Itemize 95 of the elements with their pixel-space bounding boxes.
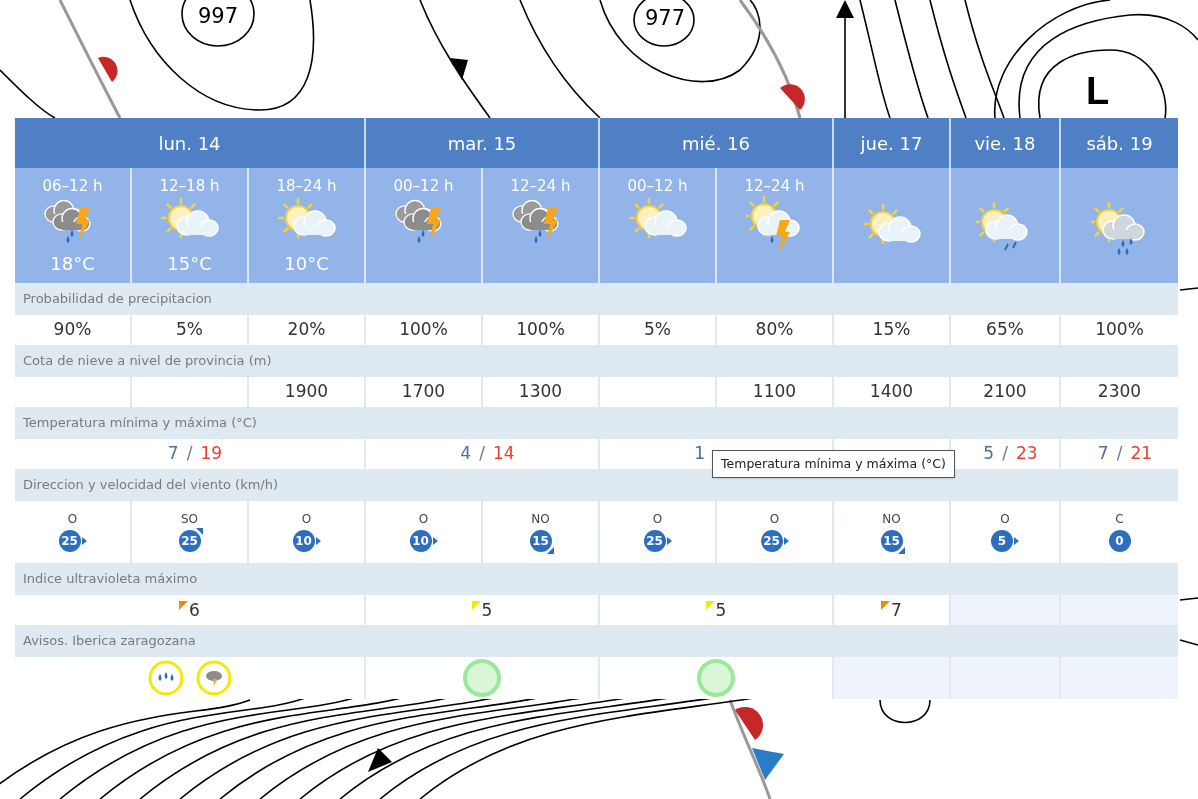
table-cell-text: 100%	[399, 318, 448, 342]
max-temperature: 14	[493, 442, 515, 466]
table-cell-text: 5%	[176, 318, 203, 342]
cold-front-marker	[752, 748, 784, 780]
table-cell-text: 100%	[1095, 318, 1144, 342]
day-header: mié. 16	[600, 118, 832, 168]
uv-index: 7	[891, 599, 902, 621]
arrowhead	[836, 0, 854, 18]
min-temperature: 1	[694, 442, 705, 466]
pointer-icon	[81, 536, 87, 545]
row-label: Indice ultravioleta máximo	[15, 563, 1178, 595]
row-label: Probabilidad de precipitacion	[15, 283, 1178, 315]
wind-direction: O	[652, 512, 663, 525]
min-temperature: 5	[983, 442, 994, 466]
uv-index: 6	[189, 599, 200, 621]
pointer-icon	[783, 536, 789, 545]
min-temperature: 7	[1097, 442, 1109, 466]
wind-speed-badge: 10	[409, 529, 432, 552]
arrowhead	[368, 748, 392, 772]
wind-speed-badge: 10	[292, 529, 315, 552]
low-pressure-label: L	[1086, 72, 1110, 110]
row-label: Avisos. Iberica zaragozana	[15, 625, 1178, 657]
separator: /	[1116, 442, 1123, 466]
day-header: jue. 17	[834, 118, 949, 168]
table-cell-text: 1900	[284, 380, 329, 404]
min-temperature: 4	[460, 442, 471, 466]
wind-direction: SO	[180, 512, 199, 525]
wind-direction: O	[67, 512, 78, 525]
wind-direction: C	[1115, 512, 1124, 525]
table-cell-text: 65%	[986, 318, 1024, 342]
wind-direction: O	[301, 512, 312, 525]
pointer-icon	[666, 536, 672, 545]
wind-speed-badge: 5	[991, 529, 1013, 552]
table-cell-text: 80%	[755, 318, 794, 342]
time-range: 12–24 h	[744, 176, 805, 196]
day-header: sáb. 19	[1061, 118, 1178, 168]
time-range: 06–12 h	[42, 176, 103, 196]
time-range: 12–18 h	[159, 176, 220, 196]
wind-speed-badge: 15	[880, 529, 903, 552]
uv-index: 5	[481, 599, 493, 621]
warm-front-marker	[98, 56, 118, 82]
table-cell-text: 1700	[401, 380, 446, 404]
max-temperature: 23	[1016, 442, 1038, 466]
wind-speed-badge: 25	[178, 529, 201, 552]
uv-index: 5	[715, 599, 727, 621]
max-temperature: 19	[200, 442, 223, 466]
wind-direction: O	[418, 512, 429, 525]
wind-speed-badge: 25	[643, 529, 666, 552]
wind-speed-badge: 15	[529, 529, 552, 552]
pointer-icon	[315, 536, 321, 545]
temperature: 10°C	[284, 252, 329, 276]
pointer-icon	[897, 546, 905, 554]
wind-direction: O	[1000, 512, 1010, 525]
table-cell-text: 20%	[287, 318, 326, 342]
tooltip: Temperatura mínima y máxima (°C)	[712, 450, 955, 478]
table-cell-text: 1400	[869, 380, 914, 404]
table-cell-text: 1300	[518, 380, 563, 404]
pointer-icon	[546, 546, 554, 554]
row-label: Cota de nieve a nivel de provincia (m)	[15, 345, 1178, 377]
warm-front-marker	[735, 707, 763, 740]
min-temperature: 7	[167, 442, 179, 466]
time-range: 00–12 h	[393, 176, 454, 196]
wind-direction: NO	[882, 512, 901, 525]
time-range: 12–24 h	[510, 176, 571, 196]
separator: /	[479, 442, 485, 466]
table-cell-text: 90%	[53, 318, 92, 342]
arrowhead	[450, 58, 468, 80]
max-temperature: 21	[1130, 442, 1153, 466]
pressure-label: 977	[645, 8, 686, 29]
table-cell-text: 15%	[872, 318, 911, 342]
separator: /	[186, 442, 193, 466]
wind-direction: O	[769, 512, 780, 525]
temperature: 15°C	[167, 252, 212, 276]
time-range: 18–24 h	[276, 176, 337, 196]
row-label: Temperatura mínima y máxima (°C)	[15, 407, 1178, 439]
table-cell-text: 2300	[1097, 380, 1142, 404]
wind-direction: NO	[531, 512, 550, 525]
day-header: mar. 15	[366, 118, 598, 168]
separator: /	[1002, 442, 1008, 466]
wind-speed-badge: 25	[760, 529, 783, 552]
time-range: 00–12 h	[627, 176, 688, 196]
wind-speed-badge: 0	[1108, 529, 1131, 552]
day-header: lun. 14	[15, 118, 364, 168]
temperature: 18°C	[50, 252, 95, 276]
day-header: vie. 18	[951, 118, 1059, 168]
table-cell-text: 5%	[644, 318, 671, 342]
pressure-label: 997	[198, 6, 239, 27]
pointer-icon	[1014, 536, 1019, 545]
wind-speed-badge: 25	[58, 529, 81, 552]
table-cell-text: 1100	[752, 380, 797, 404]
pointer-icon	[432, 536, 438, 545]
table-cell-text: 100%	[516, 318, 565, 342]
table-cell-text: 2100	[983, 380, 1027, 404]
warm-front-marker	[780, 84, 805, 110]
pointer-icon	[195, 527, 203, 535]
